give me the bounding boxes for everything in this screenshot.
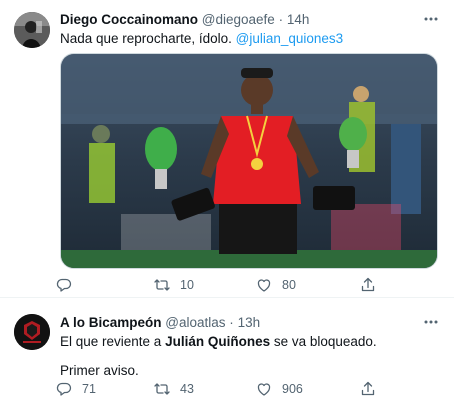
tweet-text-plain: El que reviente a: [60, 334, 166, 349]
timestamp[interactable]: 13h: [238, 315, 261, 330]
author-handle[interactable]: @diegoaefe: [202, 12, 275, 27]
tweet-text-line: Primer aviso.: [60, 363, 139, 378]
reply-button[interactable]: 71: [56, 381, 96, 397]
tweet-image[interactable]: [60, 53, 438, 269]
tweet-text: Nada que reprocharte, ídolo. @julian_qui…: [60, 30, 343, 48]
reply-icon: [56, 278, 72, 292]
like-count: 80: [282, 278, 296, 292]
retweet-count: 10: [180, 278, 194, 292]
tweet-text-line: El que reviente a Julián Quiñones se va …: [60, 333, 377, 351]
separator: ·: [278, 12, 284, 27]
author-name[interactable]: Diego Coccainomano: [60, 12, 198, 27]
like-button[interactable]: 906: [256, 381, 303, 397]
tweet-header: A lo Bicampeón @aloatlas · 13h: [60, 315, 260, 330]
like-button[interactable]: 80: [256, 277, 296, 293]
more-horizontal-icon: [424, 17, 438, 21]
retweet-icon: [154, 279, 170, 291]
tweet[interactable]: A lo Bicampeón @aloatlas · 13h El que re…: [0, 299, 454, 403]
photo-player-with-trophies: [61, 54, 437, 268]
retweet-count: 43: [180, 382, 194, 396]
avatar-image: [14, 314, 50, 350]
retweet-icon: [154, 383, 170, 395]
timestamp[interactable]: 14h: [287, 12, 310, 27]
more-options-button[interactable]: [422, 313, 440, 331]
more-horizontal-icon: [424, 320, 438, 324]
share-icon: [361, 381, 375, 396]
heart-icon: [257, 383, 271, 396]
tweet-actions: 71 43 906: [56, 381, 396, 401]
more-options-button[interactable]: [422, 10, 440, 28]
reply-icon: [56, 382, 72, 396]
avatar[interactable]: [14, 12, 50, 48]
tweet[interactable]: Diego Coccainomano @diegoaefe · 14h Nada…: [0, 0, 454, 298]
reply-button[interactable]: [56, 277, 82, 293]
separator: ·: [229, 315, 234, 330]
tweet-text-bold: Julián Quiñones: [165, 334, 271, 349]
share-icon: [361, 277, 375, 292]
avatar[interactable]: [14, 314, 50, 350]
tweet-actions: 10 80: [56, 277, 396, 297]
like-count: 906: [282, 382, 303, 396]
share-button[interactable]: [360, 381, 376, 397]
share-button[interactable]: [360, 277, 376, 293]
reply-count: 71: [82, 382, 96, 396]
heart-icon: [257, 279, 271, 292]
tweet-text-plain: se va bloqueado.: [270, 334, 377, 349]
avatar-image: [14, 12, 50, 48]
mention-link[interactable]: @julian_quiones3: [236, 31, 344, 46]
author-handle[interactable]: @aloatlas: [165, 315, 225, 330]
author-name[interactable]: A lo Bicampeón: [60, 315, 162, 330]
retweet-button[interactable]: 43: [154, 381, 194, 397]
retweet-button[interactable]: 10: [154, 277, 194, 293]
tweet-text-plain: Nada que reprocharte, ídolo.: [60, 31, 236, 46]
tweet-header: Diego Coccainomano @diegoaefe · 14h: [60, 12, 309, 27]
